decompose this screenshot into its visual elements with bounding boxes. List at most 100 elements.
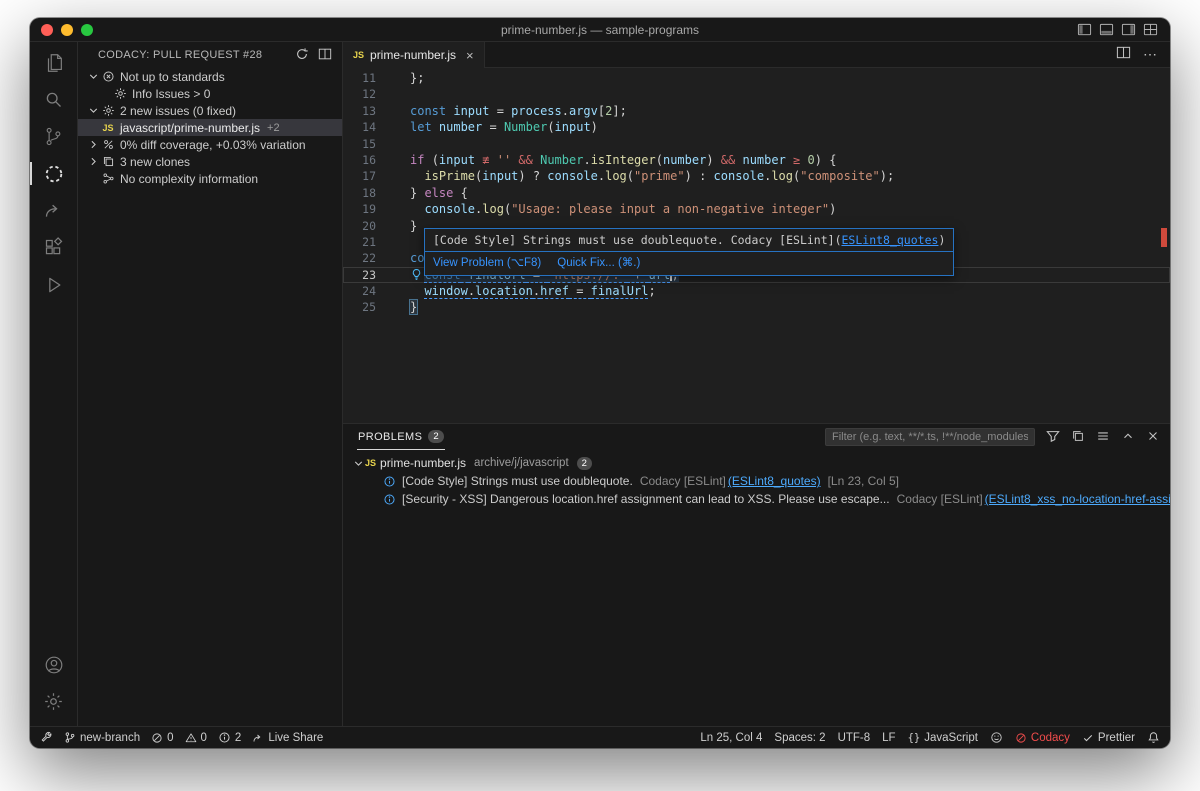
code-line[interactable]: 17 isPrime(input) ? console.log("prime")… bbox=[343, 168, 1170, 184]
status-warnings[interactable]: 0 bbox=[185, 732, 207, 744]
sidebar-item[interactable]: 2 new issues (0 fixed) bbox=[78, 102, 342, 119]
line-number: 15 bbox=[343, 136, 376, 152]
line-number: 22 bbox=[343, 250, 376, 266]
extensions-icon[interactable] bbox=[30, 229, 77, 266]
close-tab-icon[interactable]: × bbox=[462, 49, 474, 62]
status-prettier[interactable]: Prettier bbox=[1082, 732, 1135, 744]
run-debug-icon[interactable] bbox=[30, 266, 77, 303]
search-icon[interactable] bbox=[30, 81, 77, 118]
status-cursor-position[interactable]: Ln 25, Col 4 bbox=[700, 732, 762, 744]
tab-bar: JS prime-number.js × ⋯ bbox=[343, 42, 1170, 68]
source-control-icon[interactable] bbox=[30, 118, 77, 155]
code-line[interactable]: 24 window.location.href = finalUrl; bbox=[343, 283, 1170, 299]
code-line[interactable]: 19 console.log("Usage: please input a no… bbox=[343, 201, 1170, 217]
status-infos[interactable]: 2 bbox=[218, 731, 241, 744]
traffic-lights bbox=[30, 24, 93, 36]
status-codacy[interactable]: Codacy bbox=[1015, 732, 1070, 744]
braces-icon: {} bbox=[908, 732, 921, 744]
status-feedback[interactable] bbox=[990, 731, 1003, 744]
split-editor-icon[interactable] bbox=[1116, 45, 1131, 65]
status-errors[interactable]: 0 bbox=[151, 732, 173, 744]
code-line[interactable]: 14let number = Number(input) bbox=[343, 119, 1170, 135]
info-icon bbox=[218, 731, 231, 744]
quick-fix-action[interactable]: Quick Fix... (⌘.) bbox=[557, 255, 640, 271]
sidebar-item[interactable]: No complexity information bbox=[78, 170, 342, 187]
status-encoding[interactable]: UTF-8 bbox=[838, 732, 871, 744]
live-share-icon[interactable] bbox=[30, 192, 77, 229]
sidebar-item-label: 2 new issues (0 fixed) bbox=[120, 104, 236, 118]
code-line[interactable]: 25} bbox=[343, 299, 1170, 315]
status-live-share[interactable]: Live Share bbox=[252, 732, 323, 744]
hover-message-text: [Code Style] Strings must use doublequot… bbox=[433, 233, 842, 247]
line-number: 12 bbox=[343, 86, 376, 102]
codacy-tree: Not up to standards Info Issues > 0 2 new … bbox=[78, 68, 342, 187]
chevron-right-icon[interactable] bbox=[86, 155, 100, 168]
sidebar-item[interactable]: JSjavascript/prime-number.js+2 bbox=[78, 119, 342, 136]
problems-filter-input[interactable] bbox=[825, 428, 1035, 446]
settings-gear-icon[interactable] bbox=[30, 683, 77, 720]
sidebar-item[interactable]: Not up to standards bbox=[78, 68, 342, 85]
status-branch[interactable]: new-branch bbox=[64, 731, 140, 744]
filter-icon[interactable] bbox=[1046, 429, 1060, 446]
codacy-sidebar: CODACY: PULL REQUEST #28 Not up to stand… bbox=[78, 42, 343, 726]
close-icon[interactable] bbox=[1146, 429, 1160, 446]
problems-issues: [Code Style] Strings must use doublequot… bbox=[343, 472, 1170, 508]
chevron-down-icon[interactable] bbox=[86, 70, 100, 83]
status-language[interactable]: {}JavaScript bbox=[908, 732, 978, 744]
layout-sidebar-left-icon[interactable] bbox=[1077, 22, 1092, 37]
refresh-icon[interactable] bbox=[295, 47, 309, 64]
layout-panel-icon[interactable] bbox=[1099, 22, 1114, 37]
customize-layout-icon[interactable] bbox=[1143, 22, 1158, 37]
status-label: 0 bbox=[201, 732, 207, 744]
code-text: } else { bbox=[410, 185, 468, 201]
tab-problems[interactable]: PROBLEMS 2 bbox=[357, 424, 445, 450]
view-problem-action[interactable]: View Problem (⌥F8) bbox=[433, 255, 541, 271]
code-line[interactable]: 12 bbox=[343, 86, 1170, 102]
close-window-button[interactable] bbox=[41, 24, 53, 36]
sidebar-item[interactable]: 0% diff coverage, +0.03% variation bbox=[78, 136, 342, 153]
code-lines: 11};1213const input = process.argv[2];14… bbox=[343, 70, 1170, 316]
code-line[interactable]: 11}; bbox=[343, 70, 1170, 86]
status-eol[interactable]: LF bbox=[882, 732, 895, 744]
code-line[interactable]: 18} else { bbox=[343, 185, 1170, 201]
status-notifications[interactable] bbox=[1147, 731, 1160, 744]
problem-rule-link[interactable]: (ESLint8_xss_no-location-href-assign) bbox=[985, 492, 1170, 506]
titlebar[interactable]: prime-number.js — sample-programs bbox=[30, 18, 1170, 42]
collapse-icon[interactable] bbox=[1121, 429, 1135, 446]
split-view-icon[interactable] bbox=[318, 47, 332, 64]
code-editor[interactable]: 11};1213const input = process.argv[2];14… bbox=[343, 68, 1170, 423]
explorer-icon[interactable] bbox=[30, 44, 77, 81]
code-line[interactable]: 16if (input ≢ '' && Number.isInteger(num… bbox=[343, 152, 1170, 168]
hover-message: [Code Style] Strings must use doublequot… bbox=[425, 229, 953, 251]
chevron-down-icon[interactable] bbox=[86, 104, 100, 117]
problems-file-row[interactable]: JS prime-number.js archive/j/javascript … bbox=[343, 454, 1170, 472]
list-icon[interactable] bbox=[1096, 429, 1110, 446]
line-number: 19 bbox=[343, 201, 376, 217]
status-remote-tools[interactable] bbox=[40, 731, 53, 744]
chevron-down-icon[interactable] bbox=[351, 457, 365, 470]
codacy-icon[interactable] bbox=[30, 155, 77, 192]
account-icon[interactable] bbox=[30, 646, 77, 683]
code-line[interactable]: 13const input = process.argv[2]; bbox=[343, 103, 1170, 119]
line-number: 16 bbox=[343, 152, 376, 168]
layout-sidebar-right-icon[interactable] bbox=[1121, 22, 1136, 37]
chevron-right-icon[interactable] bbox=[86, 138, 100, 151]
line-number: 17 bbox=[343, 168, 376, 184]
sidebar-item[interactable]: Info Issues > 0 bbox=[78, 85, 342, 102]
sidebar-item-label: Info Issues > 0 bbox=[132, 87, 210, 101]
more-actions-icon[interactable]: ⋯ bbox=[1143, 46, 1158, 64]
problem-row[interactable]: [Code Style] Strings must use doublequot… bbox=[343, 472, 1170, 490]
minimize-window-button[interactable] bbox=[61, 24, 73, 36]
problem-location: [Ln 23, Col 5] bbox=[828, 474, 899, 488]
sidebar-item-label: 0% diff coverage, +0.03% variation bbox=[120, 138, 306, 152]
problem-row[interactable]: [Security - XSS] Dangerous location.href… bbox=[343, 490, 1170, 508]
tab-prime-number-js[interactable]: JS prime-number.js × bbox=[343, 42, 485, 68]
problem-rule-link[interactable]: (ESLint8_quotes) bbox=[728, 474, 821, 488]
status-indentation[interactable]: Spaces: 2 bbox=[774, 732, 825, 744]
hover-rule-link[interactable]: ESLint8_quotes bbox=[842, 233, 939, 247]
zoom-window-button[interactable] bbox=[81, 24, 93, 36]
sidebar-item[interactable]: 3 new clones bbox=[78, 153, 342, 170]
smiley-icon bbox=[990, 731, 1003, 744]
code-line[interactable]: 15 bbox=[343, 136, 1170, 152]
copy-icon[interactable] bbox=[1071, 429, 1085, 446]
